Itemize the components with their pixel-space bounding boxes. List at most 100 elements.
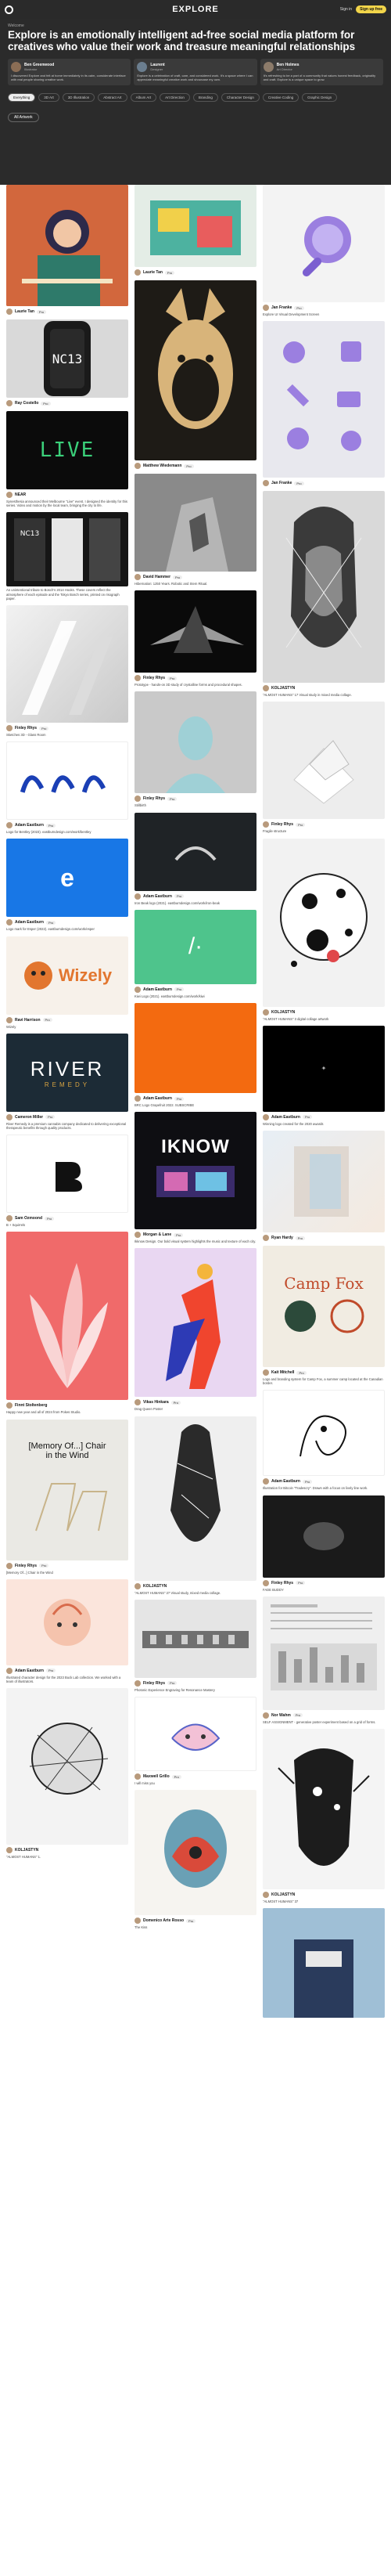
author-name[interactable]: Morgan & Lane: [143, 1232, 171, 1237]
artwork-image[interactable]: [263, 185, 385, 302]
artwork-image[interactable]: [135, 1599, 256, 1678]
author-name[interactable]: Maxwell Grillo: [143, 1774, 170, 1779]
avatar[interactable]: [6, 725, 13, 732]
avatar[interactable]: [263, 480, 269, 487]
avatar[interactable]: [6, 1113, 13, 1120]
artwork-tile[interactable]: Maxwell Grillo Pro I will miss you: [135, 1697, 256, 1785]
filter-chip[interactable]: Abstract Art: [98, 93, 127, 102]
filter-chip[interactable]: 3D Art: [38, 93, 59, 102]
avatar[interactable]: [135, 1095, 141, 1102]
artwork-tile[interactable]: David Hammer Pro Hibernation: 1250 Years.…: [135, 474, 256, 586]
avatar[interactable]: [263, 1579, 269, 1586]
avatar[interactable]: [263, 1712, 269, 1719]
artwork-tile[interactable]: Sam Ozmoond Pro B + Squirrels: [6, 1135, 128, 1227]
filter-chip[interactable]: Graphic Design: [302, 93, 338, 102]
artwork-tile[interactable]: Matthew Wiedemann Pro: [135, 280, 256, 469]
avatar[interactable]: [6, 1016, 13, 1023]
author-name[interactable]: Finley Rhys: [15, 726, 37, 731]
artwork-tile[interactable]: Laurie Tan Pro: [135, 185, 256, 276]
avatar[interactable]: [6, 1667, 13, 1674]
artwork-image[interactable]: [263, 1131, 385, 1233]
avatar[interactable]: [6, 1215, 13, 1222]
avatar[interactable]: [6, 1402, 13, 1409]
artwork-image[interactable]: LIVE: [6, 411, 128, 489]
artwork-tile[interactable]: Domenico Arte Rosso Pro The Kiss: [135, 1790, 256, 1929]
author-name[interactable]: Domenico Arte Rosso: [143, 1918, 184, 1923]
avatar[interactable]: [135, 675, 141, 682]
avatar[interactable]: [6, 822, 13, 829]
author-name[interactable]: Finley Rhys: [143, 796, 165, 801]
author-name[interactable]: Finley Rhys: [15, 1564, 37, 1568]
author-name[interactable]: Jan Franke: [271, 305, 292, 310]
sign-up-button[interactable]: Sign up free: [356, 5, 386, 13]
artwork-tile[interactable]: KOLJASTYN "ALMOST HUMANS" 1.: [6, 1688, 128, 1859]
avatar[interactable]: [263, 1008, 269, 1016]
author-name[interactable]: Adam Eastburn: [143, 987, 172, 992]
artwork-image[interactable]: [135, 1416, 256, 1581]
artwork-image[interactable]: [135, 474, 256, 572]
author-name[interactable]: KOLJASTYN: [271, 1010, 295, 1015]
author-name[interactable]: Finley Rhys: [271, 1581, 293, 1586]
artwork-image[interactable]: Camp Fox: [263, 1246, 385, 1368]
author-name[interactable]: Vikas Hinkara: [143, 1400, 169, 1405]
artwork-tile[interactable]: RIVER REMEDY Cameron Miller Pro River Rem…: [6, 1033, 128, 1130]
avatar[interactable]: [263, 1113, 269, 1120]
artwork-image[interactable]: [6, 1135, 128, 1214]
filter-chip[interactable]: Creative Coding: [262, 93, 300, 102]
author-name[interactable]: Laurie Tan: [143, 270, 163, 275]
avatar[interactable]: [135, 1773, 141, 1780]
artwork-image[interactable]: IKNOW: [135, 1112, 256, 1230]
avatar[interactable]: [135, 269, 141, 276]
avatar[interactable]: [6, 1847, 13, 1854]
artwork-image[interactable]: [263, 702, 385, 820]
filter-chip[interactable]: Album Art: [130, 93, 157, 102]
artwork-image[interactable]: [135, 280, 256, 460]
avatar[interactable]: [263, 1892, 269, 1899]
artwork-image[interactable]: [135, 812, 256, 891]
artwork-tile[interactable]: Finley Rhys Pro Fragile structure: [263, 702, 385, 833]
artwork-image[interactable]: [263, 1729, 385, 1890]
avatar[interactable]: [135, 463, 141, 469]
artwork-tile[interactable]: KOLJASTYN "ALMOST HUMANS" 27 Visual stud…: [135, 1416, 256, 1595]
author-name[interactable]: Ray Costello: [15, 401, 38, 406]
avatar[interactable]: [263, 1369, 269, 1376]
artwork-tile[interactable]: [263, 1908, 385, 2019]
filter-chip[interactable]: Branding: [192, 93, 218, 102]
author-name[interactable]: Adam Eastburn: [15, 1669, 44, 1673]
artwork-image[interactable]: [135, 590, 256, 673]
author-name[interactable]: Adam Eastburn: [15, 823, 44, 828]
artwork-tile[interactable]: IKNOW Morgan & Lane Pro Ikknow Design. Ou…: [135, 1112, 256, 1243]
artwork-tile[interactable]: KOLJASTYN "ALMOST HUMANS" 17 Visual stud…: [263, 491, 385, 697]
author-name[interactable]: Finley Rhys: [271, 822, 293, 827]
artwork-tile[interactable]: Jan Franke Pro Explore UI Visual Developm…: [263, 185, 385, 316]
artwork-tile[interactable]: NC13 Ray Costello Pro: [6, 319, 128, 406]
artwork-image[interactable]: [263, 1495, 385, 1578]
artwork-tile[interactable]: Adam Eastburn Pro Illustrated character d…: [6, 1578, 128, 1683]
artwork-image[interactable]: [Memory Of...] Chair in the Wind: [6, 1419, 128, 1560]
artwork-tile[interactable]: e Adam Eastburn Pro Logo mark for Esper (…: [6, 839, 128, 931]
artwork-image[interactable]: /·: [135, 909, 256, 984]
avatar[interactable]: [135, 893, 141, 900]
avatar[interactable]: [6, 400, 13, 406]
artwork-tile[interactable]: /· Adam Eastburn Pro Kiwi Logo (2021). ea…: [135, 909, 256, 998]
artwork-image[interactable]: ✦: [263, 1025, 385, 1112]
avatar[interactable]: [6, 308, 13, 315]
author-name[interactable]: KOLJASTYN: [143, 1584, 167, 1589]
artwork-tile[interactable]: Finley Rhys Pro Photonic Experience Engra…: [135, 1599, 256, 1692]
avatar[interactable]: [135, 574, 141, 580]
artwork-tile[interactable]: Laurie Tan Pro: [6, 185, 128, 315]
artwork-tile[interactable]: LIVE NEAR Synesthesia announced their Me…: [6, 411, 128, 507]
artwork-tile[interactable]: KOLJASTYN "ALMOST HUMANS" 37: [263, 1729, 385, 1903]
avatar[interactable]: [263, 685, 269, 692]
artwork-image[interactable]: [6, 1688, 128, 1845]
filter-chip[interactable]: Character Design: [221, 93, 260, 102]
avatar[interactable]: [135, 1232, 141, 1239]
author-name[interactable]: Finley Rhys: [143, 1681, 165, 1686]
artwork-image[interactable]: [6, 605, 128, 723]
artwork-image[interactable]: [263, 321, 385, 478]
sort-dropdown[interactable]: All Artwork: [8, 113, 39, 122]
author-name[interactable]: Nor Wahm: [271, 1713, 291, 1718]
author-name[interactable]: Kait Mitchell: [271, 1370, 294, 1375]
artwork-image[interactable]: [263, 1596, 385, 1710]
artwork-tile[interactable]: Finnt Stoltenberg Happy new year and all…: [6, 1232, 128, 1414]
